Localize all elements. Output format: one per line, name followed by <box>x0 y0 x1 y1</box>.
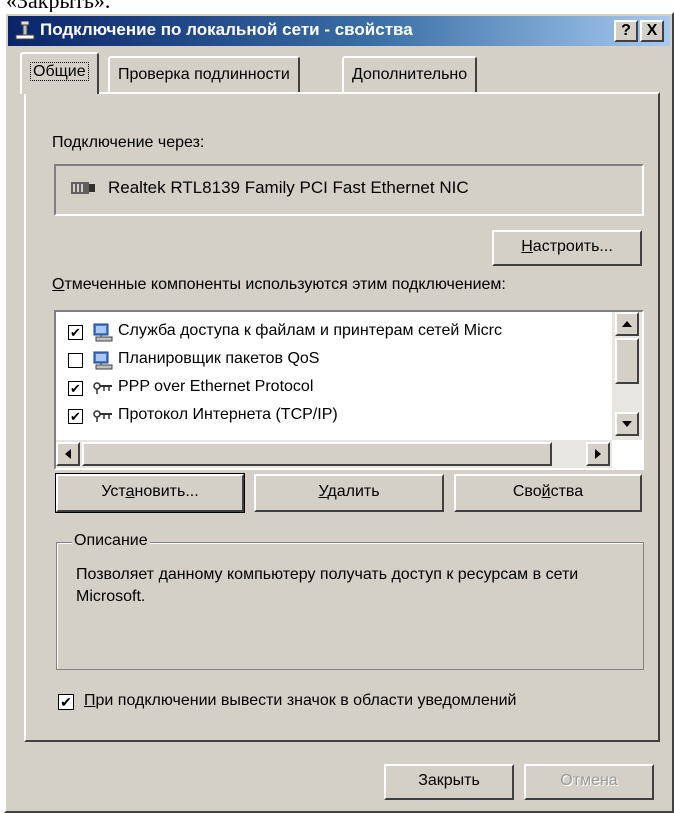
components-label: Отмеченные компоненты используются этим … <box>52 276 506 294</box>
network-connection-icon <box>15 21 35 40</box>
scroll-left-button[interactable] <box>56 442 80 466</box>
component-checkbox[interactable]: ✔ <box>68 381 83 396</box>
install-button[interactable]: Установить... <box>55 473 245 513</box>
properties-button[interactable]: Свойства <box>454 474 642 512</box>
configure-label: астроить... <box>532 238 613 255</box>
cancel-button[interactable]: Отмена <box>524 764 654 800</box>
remove-button[interactable]: Удалить <box>254 474 444 512</box>
components-label-text: тмеченные компоненты используются этим п… <box>64 276 506 293</box>
component-label: Протокол Интернета (TCP/IP) <box>118 406 338 423</box>
components-hotkey: О <box>52 276 65 293</box>
tab-advanced-label: Дополнительно <box>352 66 468 83</box>
install-label-prefix: Уст <box>101 483 126 500</box>
notify-label[interactable]: При подключении вывести значок в области… <box>84 692 517 710</box>
adapter-name: Realtek RTL8139 Family PCI Fast Ethernet… <box>108 178 469 197</box>
install-label-rest: новить... <box>134 483 199 500</box>
properties-label-prefix: Сво <box>512 483 542 500</box>
component-checkbox[interactable] <box>68 353 83 368</box>
network-computer-icon <box>93 351 113 370</box>
tab-advanced[interactable]: Дополнительно <box>342 56 478 92</box>
close-window-button[interactable]: X <box>640 20 664 42</box>
scroll-down-button[interactable] <box>615 412 639 436</box>
scroll-thumb[interactable] <box>615 338 639 384</box>
triangle-right-icon <box>595 449 601 459</box>
description-legend: Описание <box>72 532 150 550</box>
triangle-left-icon <box>65 449 71 459</box>
properties-window: Подключение по локальной сети - свойства… <box>4 12 674 813</box>
network-computer-icon <box>93 323 113 342</box>
description-text: Позволяет данному компьютеру получать до… <box>76 566 579 605</box>
horizontal-scrollbar[interactable] <box>56 440 612 468</box>
tab-general-label: Общие <box>30 62 89 81</box>
tab-general[interactable]: Общие <box>20 52 99 94</box>
components-list[interactable]: ✔ Служба доступа к файлам и принтерам се… <box>54 310 644 470</box>
component-label: PPP over Ethernet Protocol <box>118 378 314 395</box>
component-label: Планировщик пакетов QoS <box>118 350 320 367</box>
scroll-up-button[interactable] <box>615 312 639 336</box>
protocol-icon <box>93 382 112 394</box>
configure-button[interactable]: Настроить... <box>492 230 642 266</box>
configure-hotkey: Н <box>521 238 533 255</box>
notify-hotkey: П <box>84 692 96 709</box>
vertical-scrollbar[interactable] <box>612 312 642 440</box>
notify-checkbox[interactable]: ✔ <box>58 694 74 710</box>
connect-using-label: Подключение через: <box>52 134 205 151</box>
adapter-box: Realtek RTL8139 Family PCI Fast Ethernet… <box>54 164 644 216</box>
component-checkbox[interactable]: ✔ <box>68 409 83 424</box>
remove-label: далить <box>327 483 380 500</box>
notify-label-text: ри подключении вывести значок в области … <box>95 692 517 709</box>
hscroll-thumb[interactable] <box>82 442 552 466</box>
tab-authentication-label: Проверка подлинности <box>118 66 290 83</box>
triangle-up-icon <box>622 321 632 327</box>
network-card-icon <box>71 182 95 194</box>
component-label: Служба доступа к файлам и принтерам сете… <box>118 322 502 339</box>
title-bar[interactable]: Подключение по локальной сети - свойства… <box>8 16 670 46</box>
triangle-down-icon <box>622 421 632 427</box>
component-checkbox[interactable]: ✔ <box>68 325 83 340</box>
scroll-right-button[interactable] <box>586 442 610 466</box>
properties-label-rest: ства <box>550 483 584 500</box>
protocol-icon <box>93 410 112 422</box>
tab-authentication[interactable]: Проверка подлинности <box>108 56 300 92</box>
properties-hotkey: й <box>541 483 551 500</box>
close-button[interactable]: Закрыть <box>384 764 514 800</box>
window-title: Подключение по локальной сети - свойства <box>40 20 413 39</box>
help-button[interactable]: ? <box>614 20 638 42</box>
